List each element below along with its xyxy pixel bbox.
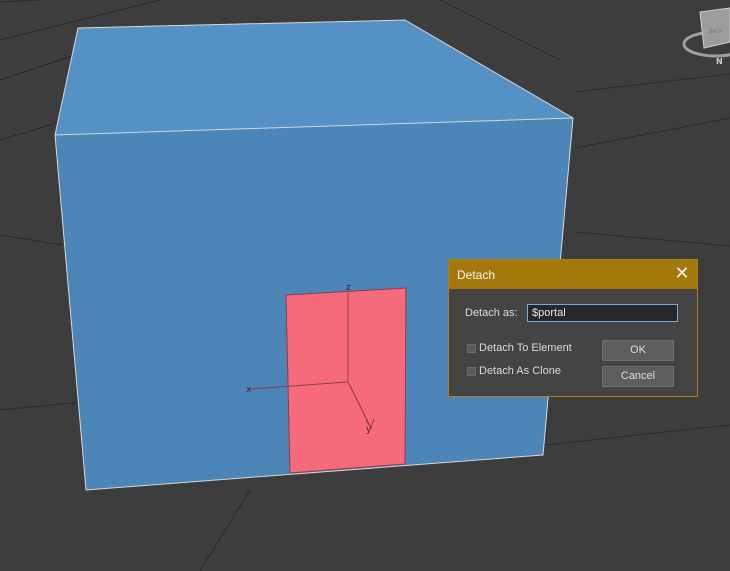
detach-as-input[interactable] — [527, 304, 678, 322]
selected-face[interactable] — [285, 287, 407, 474]
detach-to-element-label: Detach To Element — [479, 342, 572, 354]
viewcube-compass-n: N — [716, 57, 723, 66]
detach-as-label: Detach as: — [465, 307, 518, 319]
dialog-title: Detach — [457, 268, 496, 282]
detach-dialog: Detach ✕ Detach as: Detach To Element De… — [448, 259, 698, 397]
detach-to-element-checkbox[interactable]: Detach To Element — [467, 341, 572, 355]
detach-as-clone-checkbox[interactable]: Detach As Clone — [467, 364, 561, 378]
ok-button[interactable]: OK — [602, 340, 674, 361]
detach-as-clone-label: Detach As Clone — [479, 365, 561, 377]
checkbox-icon[interactable] — [467, 343, 476, 353]
gizmo-x-label: x — [246, 385, 252, 395]
dialog-titlebar[interactable]: Detach ✕ — [449, 260, 697, 289]
checkbox-icon[interactable] — [467, 366, 476, 376]
gizmo-z-label: z — [346, 283, 351, 293]
viewcube-face-label: BACK — [709, 29, 723, 35]
gizmo-y-label: y — [366, 425, 372, 435]
viewcube-cube[interactable] — [699, 7, 730, 49]
cancel-button[interactable]: Cancel — [602, 366, 674, 387]
close-icon[interactable]: ✕ — [671, 263, 693, 285]
